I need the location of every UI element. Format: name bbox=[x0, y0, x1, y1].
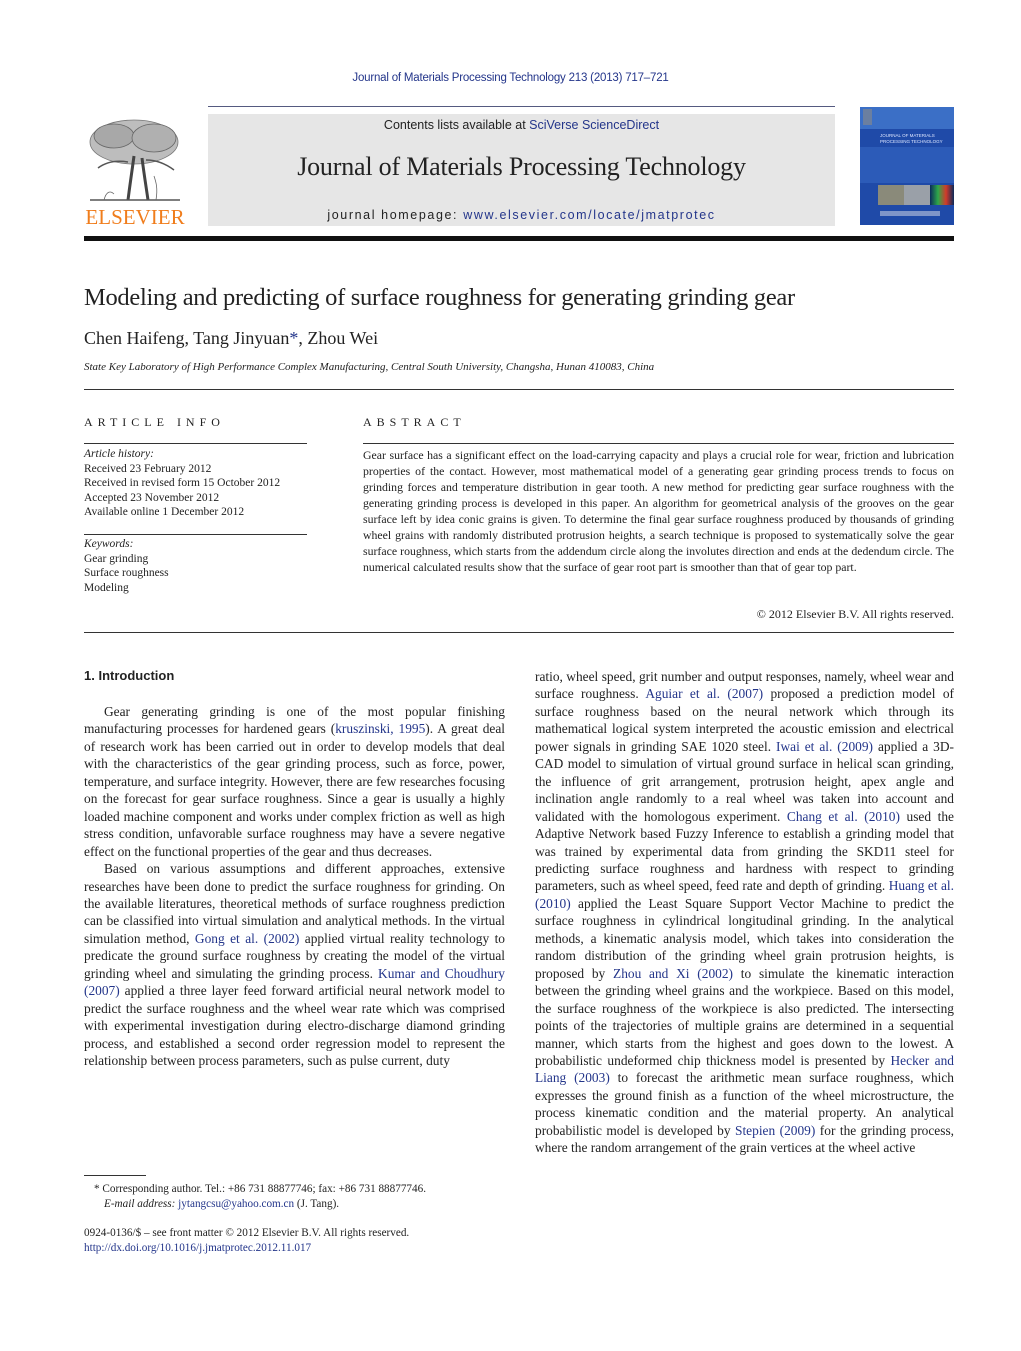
body-column-left: Gear generating grinding is one of the m… bbox=[84, 703, 505, 1070]
keywords: Keywords: Gear grinding Surface roughnes… bbox=[84, 537, 314, 595]
history-revised: Received in revised form 15 October 2012 bbox=[84, 477, 281, 489]
email-link[interactable]: jytangcsu@yahoo.com.cn bbox=[178, 1198, 294, 1210]
contents-line: Contents lists available at SciVerse Sci… bbox=[208, 118, 835, 132]
article-title: Modeling and predicting of surface rough… bbox=[84, 284, 795, 311]
keyword: Gear grinding bbox=[84, 552, 149, 565]
citation-link[interactable]: Zhou and Xi (2002) bbox=[613, 966, 733, 981]
elsevier-logo[interactable]: ELSEVIER bbox=[84, 116, 186, 228]
cover-editors-line bbox=[880, 211, 940, 216]
cover-title: JOURNAL OF MATERIALS PROCESSING TECHNOLO… bbox=[880, 133, 943, 144]
masthead-bottom-rule bbox=[84, 236, 954, 241]
history-label: Article history: bbox=[84, 448, 154, 460]
footnote-corresponding: * Corresponding author. Tel.: +86 731 88… bbox=[84, 1182, 514, 1211]
abstract-copyright: © 2012 Elsevier B.V. All rights reserved… bbox=[756, 607, 954, 621]
tree-icon bbox=[89, 119, 180, 201]
body-column-right: ratio, wheel speed, grit number and outp… bbox=[535, 668, 954, 1157]
cover-mid-band bbox=[860, 147, 954, 183]
citation-link[interactable]: Chang et al. (2010) bbox=[787, 809, 900, 824]
paragraph-text: applied a three layer feed forward artif… bbox=[84, 983, 505, 1069]
history-received: Received 23 February 2012 bbox=[84, 462, 212, 475]
cover-image-3 bbox=[930, 185, 954, 205]
history-online: Available online 1 December 2012 bbox=[84, 506, 245, 518]
paragraph: ratio, wheel speed, grit number and outp… bbox=[535, 668, 954, 1157]
title-divider bbox=[84, 389, 954, 390]
journal-title: Journal of Materials Processing Technolo… bbox=[297, 152, 746, 181]
article-info-heading: ARTICLE INFO bbox=[84, 415, 225, 429]
section-heading-introduction: 1. Introduction bbox=[84, 668, 175, 683]
keywords-rule bbox=[84, 534, 307, 535]
cover-images bbox=[878, 185, 954, 205]
citation-link[interactable]: kruszinski, 1995 bbox=[335, 721, 425, 736]
article-history: Article history: Received 23 February 20… bbox=[84, 447, 314, 520]
cover-image-1 bbox=[878, 185, 904, 205]
cover-top-band bbox=[860, 107, 954, 129]
keywords-label: Keywords: bbox=[84, 538, 134, 550]
elsevier-wordmark: ELSEVIER bbox=[85, 205, 185, 229]
article-info-rule bbox=[84, 443, 307, 444]
issn-block: 0924-0136/$ – see front matter © 2012 El… bbox=[84, 1226, 409, 1256]
citation-link[interactable]: Gong et al. (2002) bbox=[195, 931, 299, 946]
abstract-rule bbox=[363, 443, 954, 444]
paragraph: Gear generating grinding is one of the m… bbox=[84, 703, 505, 860]
email-label: E-mail address: bbox=[104, 1197, 176, 1210]
journal-masthead: Contents lists available at SciVerse Sci… bbox=[208, 114, 835, 226]
abstract-heading: ABSTRACT bbox=[363, 415, 466, 429]
doi-link[interactable]: http://dx.doi.org/10.1016/j.jmatprotec.2… bbox=[84, 1242, 311, 1254]
citation-link[interactable]: Stepien (2009) bbox=[735, 1123, 815, 1138]
authors-part-2: , Zhou Wei bbox=[298, 328, 379, 348]
abstract-bottom-rule bbox=[84, 632, 954, 633]
paragraph-text: ). A great deal of research work has bee… bbox=[84, 721, 505, 859]
keyword: Modeling bbox=[84, 581, 129, 594]
homepage-link[interactable]: www.elsevier.com/locate/jmatprotec bbox=[463, 208, 715, 222]
cover-emblem-icon bbox=[863, 109, 872, 125]
cover-image-2 bbox=[904, 185, 930, 205]
contents-prefix: Contents lists available at bbox=[383, 118, 530, 132]
email-suffix: (J. Tang). bbox=[294, 1197, 340, 1210]
header-rule bbox=[208, 106, 835, 107]
keyword: Surface roughness bbox=[84, 567, 169, 579]
issn-line: 0924-0136/$ – see front matter © 2012 El… bbox=[84, 1227, 410, 1239]
homepage-prefix: journal homepage: bbox=[327, 208, 464, 222]
citation-link[interactable]: Aguiar et al. (2007) bbox=[645, 686, 763, 701]
abstract-text: Gear surface has a significant effect on… bbox=[363, 448, 954, 574]
author-list: Chen Haifeng, Tang Jinyuan*, Zhou Wei bbox=[84, 328, 378, 349]
affiliation: State Key Laboratory of High Performance… bbox=[84, 361, 655, 373]
authors-part-1: Chen Haifeng, Tang Jinyuan bbox=[84, 328, 290, 348]
footnote-contact: Corresponding author. Tel.: +86 731 8887… bbox=[99, 1183, 427, 1195]
sciencedirect-link[interactable]: SciVerse ScienceDirect bbox=[529, 118, 659, 132]
journal-cover-image[interactable]: JOURNAL OF MATERIALS PROCESSING TECHNOLO… bbox=[860, 107, 954, 225]
paragraph: Based on various assumptions and differe… bbox=[84, 860, 505, 1069]
citation-link[interactable]: Iwai et al. (2009) bbox=[776, 739, 873, 754]
footnote-rule bbox=[84, 1175, 146, 1176]
history-accepted: Accepted 23 November 2012 bbox=[84, 491, 220, 504]
homepage-line: journal homepage: www.elsevier.com/locat… bbox=[208, 208, 835, 222]
running-head[interactable]: Journal of Materials Processing Technolo… bbox=[0, 72, 1021, 84]
